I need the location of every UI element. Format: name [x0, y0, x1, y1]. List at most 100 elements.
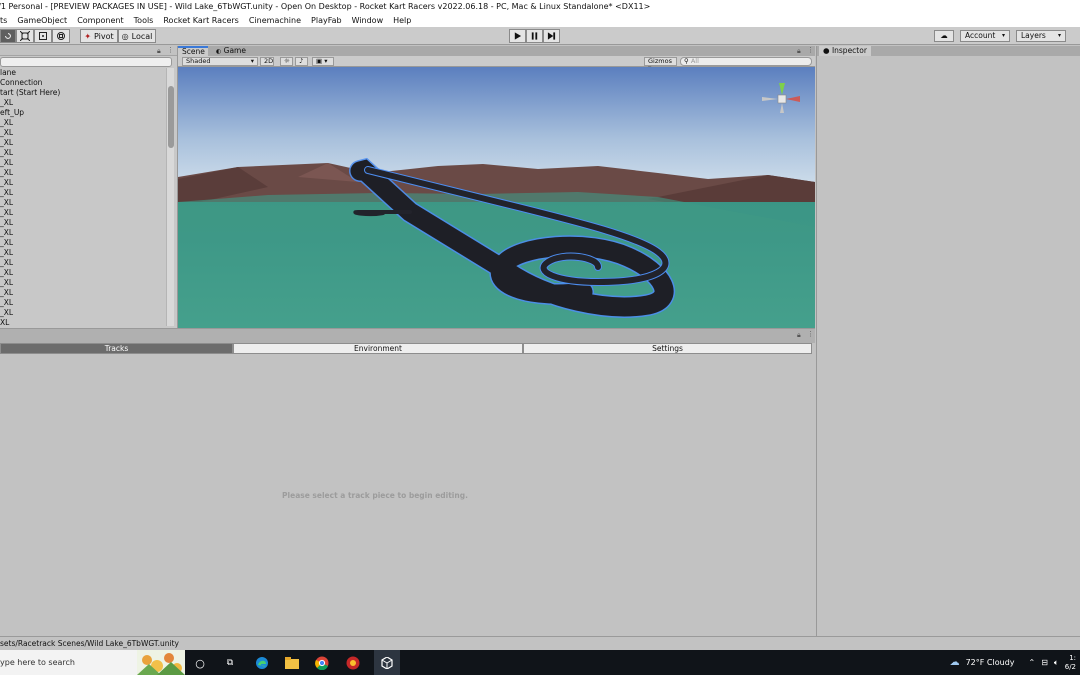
hierarchy-item[interactable]: _XL [0, 238, 166, 248]
pivot-button[interactable]: ✦ Pivot [80, 29, 118, 43]
edge-icon [256, 657, 268, 669]
transform-tool-button[interactable] [52, 29, 70, 43]
app-taskbar-button[interactable] [344, 654, 362, 672]
hierarchy-item[interactable]: _XL [0, 168, 166, 178]
chrome-taskbar-button[interactable] [313, 654, 331, 672]
hierarchy-item[interactable]: _XL [0, 128, 166, 138]
hierarchy-item[interactable]: _XL [0, 178, 166, 188]
chevron-down-icon: ▾ [1001, 32, 1005, 39]
hierarchy-item[interactable]: tart (Start Here) [0, 88, 166, 98]
scene-render[interactable] [178, 67, 815, 328]
edge-taskbar-button[interactable] [253, 654, 271, 672]
rotate-tool-button[interactable] [0, 29, 16, 43]
gizmos-label: Gizmos [648, 57, 672, 65]
hierarchy-item[interactable]: lane [0, 68, 166, 78]
layers-dropdown[interactable]: Layers ▾ [1016, 30, 1066, 42]
hierarchy-item[interactable]: _XL [0, 188, 166, 198]
menu-rocket-kart-racers[interactable]: Rocket Kart Racers [158, 14, 243, 27]
hierarchy-item[interactable]: _XL [0, 98, 166, 108]
sun-icon: ☼ [284, 57, 290, 65]
menu-dots-icon[interactable]: ⋮ [807, 330, 814, 338]
scale-icon [20, 31, 30, 41]
task-view-icon: ⧉ [226, 658, 234, 668]
menu-playfab[interactable]: PlayFab [306, 14, 347, 27]
game-icon: ◐ [216, 48, 222, 55]
menu-assets[interactable]: ts [0, 14, 12, 27]
rect-tool-button[interactable] [34, 29, 52, 43]
volume-icon[interactable]: 🔈︎ [1054, 658, 1059, 668]
clock[interactable]: 1: 6/2 [1065, 654, 1076, 672]
chevron-up-icon[interactable]: ⌃ [1029, 658, 1036, 667]
hierarchy-item[interactable]: _XL [0, 308, 166, 318]
weather-icon: ☁ [949, 657, 960, 668]
hierarchy-item[interactable]: _XL [0, 148, 166, 158]
scene-search-input[interactable]: ⚲ All [680, 57, 812, 66]
toolbar-right: ☁ Account ▾ Layers ▾ [934, 30, 1080, 42]
hierarchy-item[interactable]: _XL [0, 158, 166, 168]
scene-viewport[interactable] [178, 67, 815, 328]
menu-component[interactable]: Component [72, 14, 128, 27]
hierarchy-item[interactable]: _XL [0, 278, 166, 288]
menu-help[interactable]: Help [388, 14, 416, 27]
hierarchy-scroll-thumb[interactable] [168, 86, 174, 148]
play-button[interactable] [509, 29, 526, 43]
hierarchy-item[interactable]: _XL [0, 248, 166, 258]
scale-tool-button[interactable] [16, 29, 34, 43]
audio-toggle[interactable]: ♪ [295, 57, 308, 66]
hierarchy-item[interactable]: _XL [0, 288, 166, 298]
menu-dots-icon[interactable]: ⋮ [167, 46, 174, 54]
taskbar-search-box[interactable]: ype here to search [0, 650, 185, 675]
hierarchy-item[interactable]: _XL [0, 218, 166, 228]
effects-dropdown[interactable]: ▣ ▾ [312, 57, 334, 66]
toggle-2d-button[interactable]: 2D [260, 57, 274, 66]
menu-gameobject[interactable]: GameObject [12, 14, 72, 27]
shading-mode-label: Shaded [186, 57, 211, 65]
local-button[interactable]: ◎ Local [118, 29, 156, 43]
menu-tools[interactable]: Tools [129, 14, 159, 27]
hierarchy-item[interactable]: _XL [0, 268, 166, 278]
account-dropdown[interactable]: Account ▾ [960, 30, 1010, 42]
cortana-button[interactable]: ○ [191, 654, 209, 672]
hierarchy-item[interactable]: _XL [0, 228, 166, 238]
hierarchy-item[interactable]: XL [0, 318, 166, 326]
tab-scene[interactable]: Scene [178, 46, 208, 56]
step-button[interactable] [543, 29, 560, 43]
tab-inspector[interactable]: ● Inspector [819, 46, 871, 56]
hierarchy-item[interactable]: _XL [0, 258, 166, 268]
file-explorer-button[interactable] [283, 654, 301, 672]
tab-environment[interactable]: Environment [233, 343, 523, 354]
hierarchy-item[interactable]: _XL [0, 138, 166, 148]
lock-icon[interactable]: 🔒︎ [797, 331, 801, 340]
hierarchy-item[interactable]: _XL [0, 198, 166, 208]
weather-text[interactable]: 72°F Cloudy [966, 658, 1015, 667]
task-view-button[interactable]: ⧉ [221, 654, 239, 672]
pause-button[interactable] [526, 29, 543, 43]
inspector-tab-bar: ● Inspector [817, 46, 1080, 56]
image-icon: ▣ [316, 57, 323, 65]
tab-settings[interactable]: Settings [523, 343, 812, 354]
lock-icon[interactable]: 🔒︎ [797, 47, 801, 56]
menu-cinemachine[interactable]: Cinemachine [244, 14, 306, 27]
hierarchy-item[interactable]: Connection [0, 78, 166, 88]
hierarchy-item[interactable]: _XL [0, 208, 166, 218]
windows-taskbar: ype here to search ○ ⧉ ☁ 72°F Cloudy ⌃ ⊟ [0, 650, 1080, 675]
hierarchy-item[interactable]: _XL [0, 118, 166, 128]
menu-dots-icon[interactable]: ⋮ [807, 46, 814, 54]
folder-icon [285, 657, 299, 669]
hierarchy-item[interactable]: eft_Up [0, 108, 166, 118]
menu-bar: ts GameObject Component Tools Rocket Kar… [0, 14, 1080, 27]
tab-game[interactable]: ◐ Game [212, 46, 252, 56]
network-icon[interactable]: ⊟ [1041, 658, 1048, 667]
unity-taskbar-button[interactable] [374, 650, 400, 675]
hierarchy-search-input[interactable] [0, 57, 172, 67]
lock-icon[interactable]: 🔒︎ [157, 47, 161, 56]
shading-mode-dropdown[interactable]: Shaded ▾ [182, 57, 258, 66]
hierarchy-scrollbar[interactable] [166, 68, 174, 326]
system-tray: ☁ 72°F Cloudy ⌃ ⊟ 🔈︎ 1: 6/2 [950, 650, 1080, 675]
hierarchy-item[interactable]: _XL [0, 298, 166, 308]
gizmos-dropdown[interactable]: Gizmos ▾ [644, 57, 677, 72]
lighting-toggle[interactable]: ☼ [280, 57, 293, 66]
cloud-button[interactable]: ☁ [934, 30, 954, 42]
tab-tracks[interactable]: Tracks [0, 343, 233, 354]
menu-window[interactable]: Window [347, 14, 389, 27]
